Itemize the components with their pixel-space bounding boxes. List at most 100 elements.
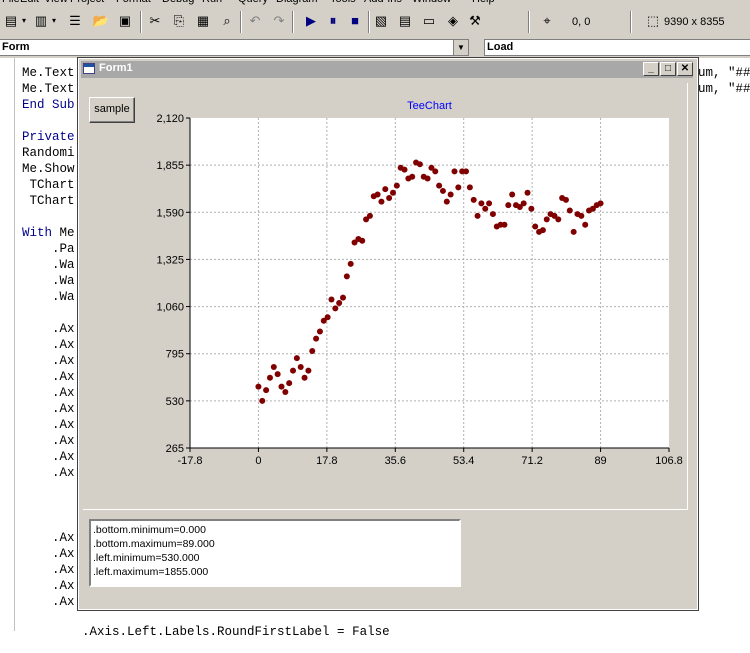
menu-item-run[interactable]: Run — [202, 0, 222, 5]
data-point — [543, 216, 550, 223]
data-point — [266, 374, 273, 381]
memo-line: .left.minimum=530.000 — [93, 552, 200, 564]
chevron-down-icon[interactable]: ▼ — [453, 40, 468, 55]
code-line: Private — [22, 130, 75, 144]
menu-item-query[interactable]: Query — [238, 0, 268, 5]
break-icon[interactable]: ⏸ — [324, 12, 342, 30]
data-point — [359, 237, 366, 244]
data-point — [505, 202, 512, 209]
y-tick-label: 1,855 — [156, 160, 184, 172]
menu-item-file[interactable]: File — [2, 0, 20, 5]
menu-item-edit[interactable]: Edit — [20, 0, 39, 5]
menu-item-project[interactable]: Project — [70, 0, 104, 5]
data-point — [539, 227, 546, 234]
toolbar-separator — [368, 11, 370, 33]
menu-item-addins[interactable]: Add-Ins — [364, 0, 402, 5]
form1-titlebar[interactable]: Form1 _ □ ✕ — [81, 61, 693, 78]
data-point — [301, 374, 308, 381]
project-explorer-icon[interactable]: ▧ — [372, 12, 390, 30]
menu-item-view[interactable]: View — [44, 0, 68, 5]
find-icon[interactable]: ⌕ — [218, 12, 236, 30]
end-icon[interactable]: ■ — [346, 12, 364, 30]
menu-item-debug[interactable]: Debug — [162, 0, 194, 5]
code-line-text: .Axis.Left.Labels.RoundFirstLabel = Fals… — [52, 625, 390, 639]
data-point — [528, 205, 535, 212]
x-tick-label: -17.8 — [177, 455, 202, 467]
data-point — [259, 397, 266, 404]
data-point — [582, 221, 589, 228]
menu-item-tools[interactable]: Tools — [330, 0, 356, 5]
data-point — [366, 212, 373, 219]
minimize-icon[interactable]: _ — [643, 62, 659, 76]
object-browser-icon[interactable]: ◈ — [444, 12, 462, 30]
redo-icon[interactable]: ↷ — [270, 12, 288, 30]
data-point — [455, 184, 462, 191]
data-point — [340, 294, 347, 301]
code-line: Me.Show — [22, 162, 75, 176]
data-point — [297, 364, 304, 371]
memo-line: .bottom.maximum=89.000 — [93, 538, 215, 550]
toolbar-separator — [240, 11, 242, 33]
maximize-icon[interactable]: □ — [660, 62, 676, 76]
editor-margin — [0, 58, 15, 631]
paste-icon[interactable]: ▦ — [194, 12, 212, 30]
x-tick-label: 89 — [594, 455, 606, 467]
y-tick-label: 530 — [166, 396, 184, 408]
procedure-combo[interactable]: Load — [484, 39, 750, 56]
save-project-icon[interactable]: ▣ — [116, 12, 134, 30]
data-point — [309, 348, 316, 355]
menu-item-window[interactable]: Window — [412, 0, 451, 5]
code-line-last: .Axis.Left.Labels.RoundFirstLabel = Fals… — [22, 611, 390, 653]
y-tick-label: 265 — [166, 443, 184, 455]
menu-item-help[interactable]: Help — [472, 0, 495, 5]
data-point — [270, 364, 277, 371]
x-tick-label: 106.8 — [655, 455, 683, 467]
add-project-icon[interactable]: ▤ — [2, 12, 20, 30]
data-point — [389, 189, 396, 196]
object-combo-value: Form — [2, 41, 30, 53]
data-point — [263, 387, 270, 394]
code-line: .Ax — [22, 370, 75, 384]
sample-button[interactable]: sample — [89, 97, 135, 123]
procedure-combo-value: Load — [487, 41, 514, 53]
y-tick-label: 1,060 — [156, 302, 184, 314]
data-point — [555, 216, 562, 223]
code-line: .Wa — [22, 290, 75, 304]
code-line: TChart — [22, 194, 75, 208]
properties-window-icon[interactable]: ▤ — [396, 12, 414, 30]
cut-icon[interactable]: ✂ — [146, 12, 164, 30]
form-layout-icon[interactable]: ▭ — [420, 12, 438, 30]
data-point — [255, 383, 262, 390]
toolbox-icon[interactable]: ⚒ — [466, 12, 484, 30]
open-project-icon[interactable]: 📂 — [92, 12, 110, 30]
menu-editor-icon[interactable]: ☰ — [66, 12, 84, 30]
close-icon[interactable]: ✕ — [677, 62, 693, 76]
code-line-tail: um, "## — [698, 66, 750, 80]
code-line: End Sub — [22, 98, 75, 112]
data-point — [482, 205, 489, 212]
code-keyword: With — [22, 226, 53, 240]
data-point — [378, 198, 385, 205]
code-line: .Ax — [22, 354, 75, 368]
object-combo[interactable]: Form ▼ — [0, 39, 469, 56]
start-icon[interactable]: ▶ — [302, 12, 320, 30]
dropdown-arrow-icon[interactable]: ▾ — [50, 12, 58, 30]
menu-item-diagram[interactable]: Diagram — [276, 0, 318, 5]
copy-icon[interactable]: ⎘ — [170, 12, 188, 30]
memo-line: .left.maximum=1855.000 — [93, 566, 209, 578]
info-memo[interactable]: .bottom.minimum=0.000 .bottom.maximum=89.… — [89, 519, 461, 587]
add-form-icon[interactable]: ▥ — [32, 12, 50, 30]
data-point — [332, 305, 339, 312]
menu-item-format[interactable]: Format — [116, 0, 151, 5]
data-point — [313, 335, 320, 342]
teechart-panel[interactable]: TeeChart 265 530 795 1,060 1,325 1,590 1,855 2,1… — [83, 83, 688, 510]
code-line: TChart — [22, 178, 75, 192]
y-tick-label: 1,590 — [156, 207, 184, 219]
form-icon — [83, 63, 95, 74]
code-line: .Ax — [22, 563, 75, 577]
data-point — [305, 367, 312, 374]
undo-icon[interactable]: ↶ — [246, 12, 264, 30]
dropdown-arrow-icon[interactable]: ▾ — [20, 12, 28, 30]
data-point — [286, 380, 293, 387]
teechart-plot: TeeChart 265 530 795 1,060 1,325 1,590 1,855 2,1… — [156, 100, 683, 467]
